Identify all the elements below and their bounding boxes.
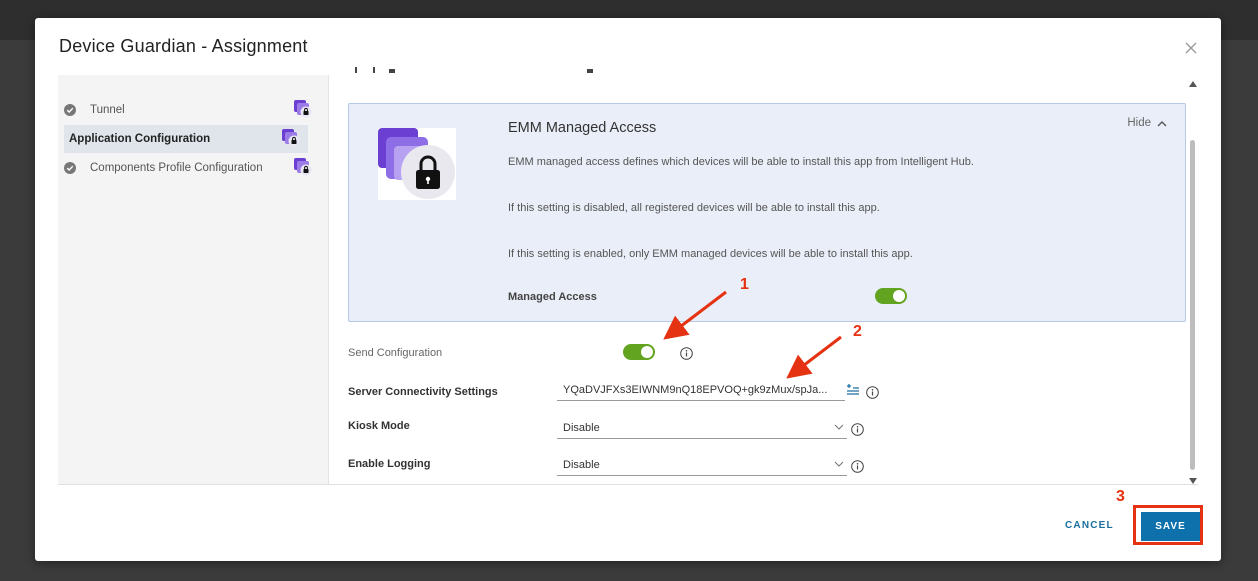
hide-button[interactable]: Hide xyxy=(1127,117,1167,129)
kiosk-mode-label: Kiosk Mode xyxy=(348,420,410,432)
nav-item-tunnel[interactable]: Tunnel xyxy=(64,96,312,124)
lock-badge-icon xyxy=(294,158,312,176)
server-connectivity-value: YQaDVJFXs3EIWNM9nQ18EPVOQ+gk9zMux/spJa..… xyxy=(563,384,828,396)
emm-description-2: If this setting is disabled, all registe… xyxy=(508,202,880,214)
lock-badge-icon xyxy=(282,129,300,147)
lock-badge-icon xyxy=(294,100,312,118)
nav-item-application-configuration[interactable]: Application Configuration xyxy=(64,125,308,153)
enable-logging-label: Enable Logging xyxy=(348,458,431,470)
footer-divider xyxy=(58,484,1198,485)
wizard-nav: Tunnel Application Configuration Compone… xyxy=(58,75,329,485)
send-configuration-toggle[interactable] xyxy=(623,344,655,360)
annotation-number-3: 3 xyxy=(1116,488,1125,505)
save-button[interactable]: SAVE xyxy=(1141,512,1200,541)
close-icon[interactable] xyxy=(1183,40,1199,56)
chevron-up-icon xyxy=(1157,120,1167,126)
annotation-number-2: 2 xyxy=(853,323,862,340)
emm-description-3: If this setting is enabled, only EMM man… xyxy=(508,248,913,260)
chevron-down-icon xyxy=(834,424,844,430)
content-scrollbar[interactable] xyxy=(1189,80,1199,485)
info-icon[interactable] xyxy=(851,423,864,436)
enable-logging-select[interactable]: Disable xyxy=(557,455,847,476)
info-icon[interactable] xyxy=(851,460,864,473)
nav-item-label: Application Configuration xyxy=(69,133,211,145)
check-circle-icon xyxy=(64,162,76,174)
scrollbar-thumb[interactable] xyxy=(1190,140,1195,470)
emm-managed-access-card: EMM Managed Access Hide EMM managed acce… xyxy=(348,103,1186,322)
kiosk-mode-select[interactable]: Disable xyxy=(557,418,847,439)
managed-access-toggle[interactable] xyxy=(875,288,907,304)
toggle-knob xyxy=(893,290,905,302)
scrolled-heading-fragment xyxy=(355,67,593,73)
modal-title: Device Guardian - Assignment xyxy=(59,36,308,56)
kiosk-mode-value: Disable xyxy=(563,422,600,434)
send-configuration-label: Send Configuration xyxy=(348,347,443,359)
annotation-number-1: 1 xyxy=(740,276,749,293)
app-lock-icon xyxy=(378,128,456,200)
toggle-knob xyxy=(641,346,653,358)
hide-label: Hide xyxy=(1127,117,1151,129)
info-icon[interactable] xyxy=(680,347,693,360)
server-connectivity-label: Server Connectivity Settings xyxy=(348,386,498,398)
enable-logging-value: Disable xyxy=(563,459,600,471)
managed-access-label: Managed Access xyxy=(508,291,597,303)
check-circle-icon xyxy=(64,104,76,116)
cancel-button[interactable]: CANCEL xyxy=(1065,520,1114,531)
nav-item-label: Tunnel xyxy=(90,104,125,116)
emm-card-title: EMM Managed Access xyxy=(508,120,657,136)
info-icon[interactable] xyxy=(866,386,879,399)
chevron-down-icon xyxy=(834,461,844,467)
list-add-icon[interactable] xyxy=(846,384,860,396)
scroll-up-icon[interactable] xyxy=(1189,80,1197,88)
nav-item-label: Components Profile Configuration xyxy=(90,162,263,174)
assignment-modal: Device Guardian - Assignment Tunnel Appl… xyxy=(35,18,1221,561)
server-connectivity-field[interactable]: YQaDVJFXs3EIWNM9nQ18EPVOQ+gk9zMux/spJa..… xyxy=(557,380,845,401)
emm-description-1: EMM managed access defines which devices… xyxy=(508,156,974,168)
nav-item-components-profile-configuration[interactable]: Components Profile Configuration xyxy=(64,154,312,182)
